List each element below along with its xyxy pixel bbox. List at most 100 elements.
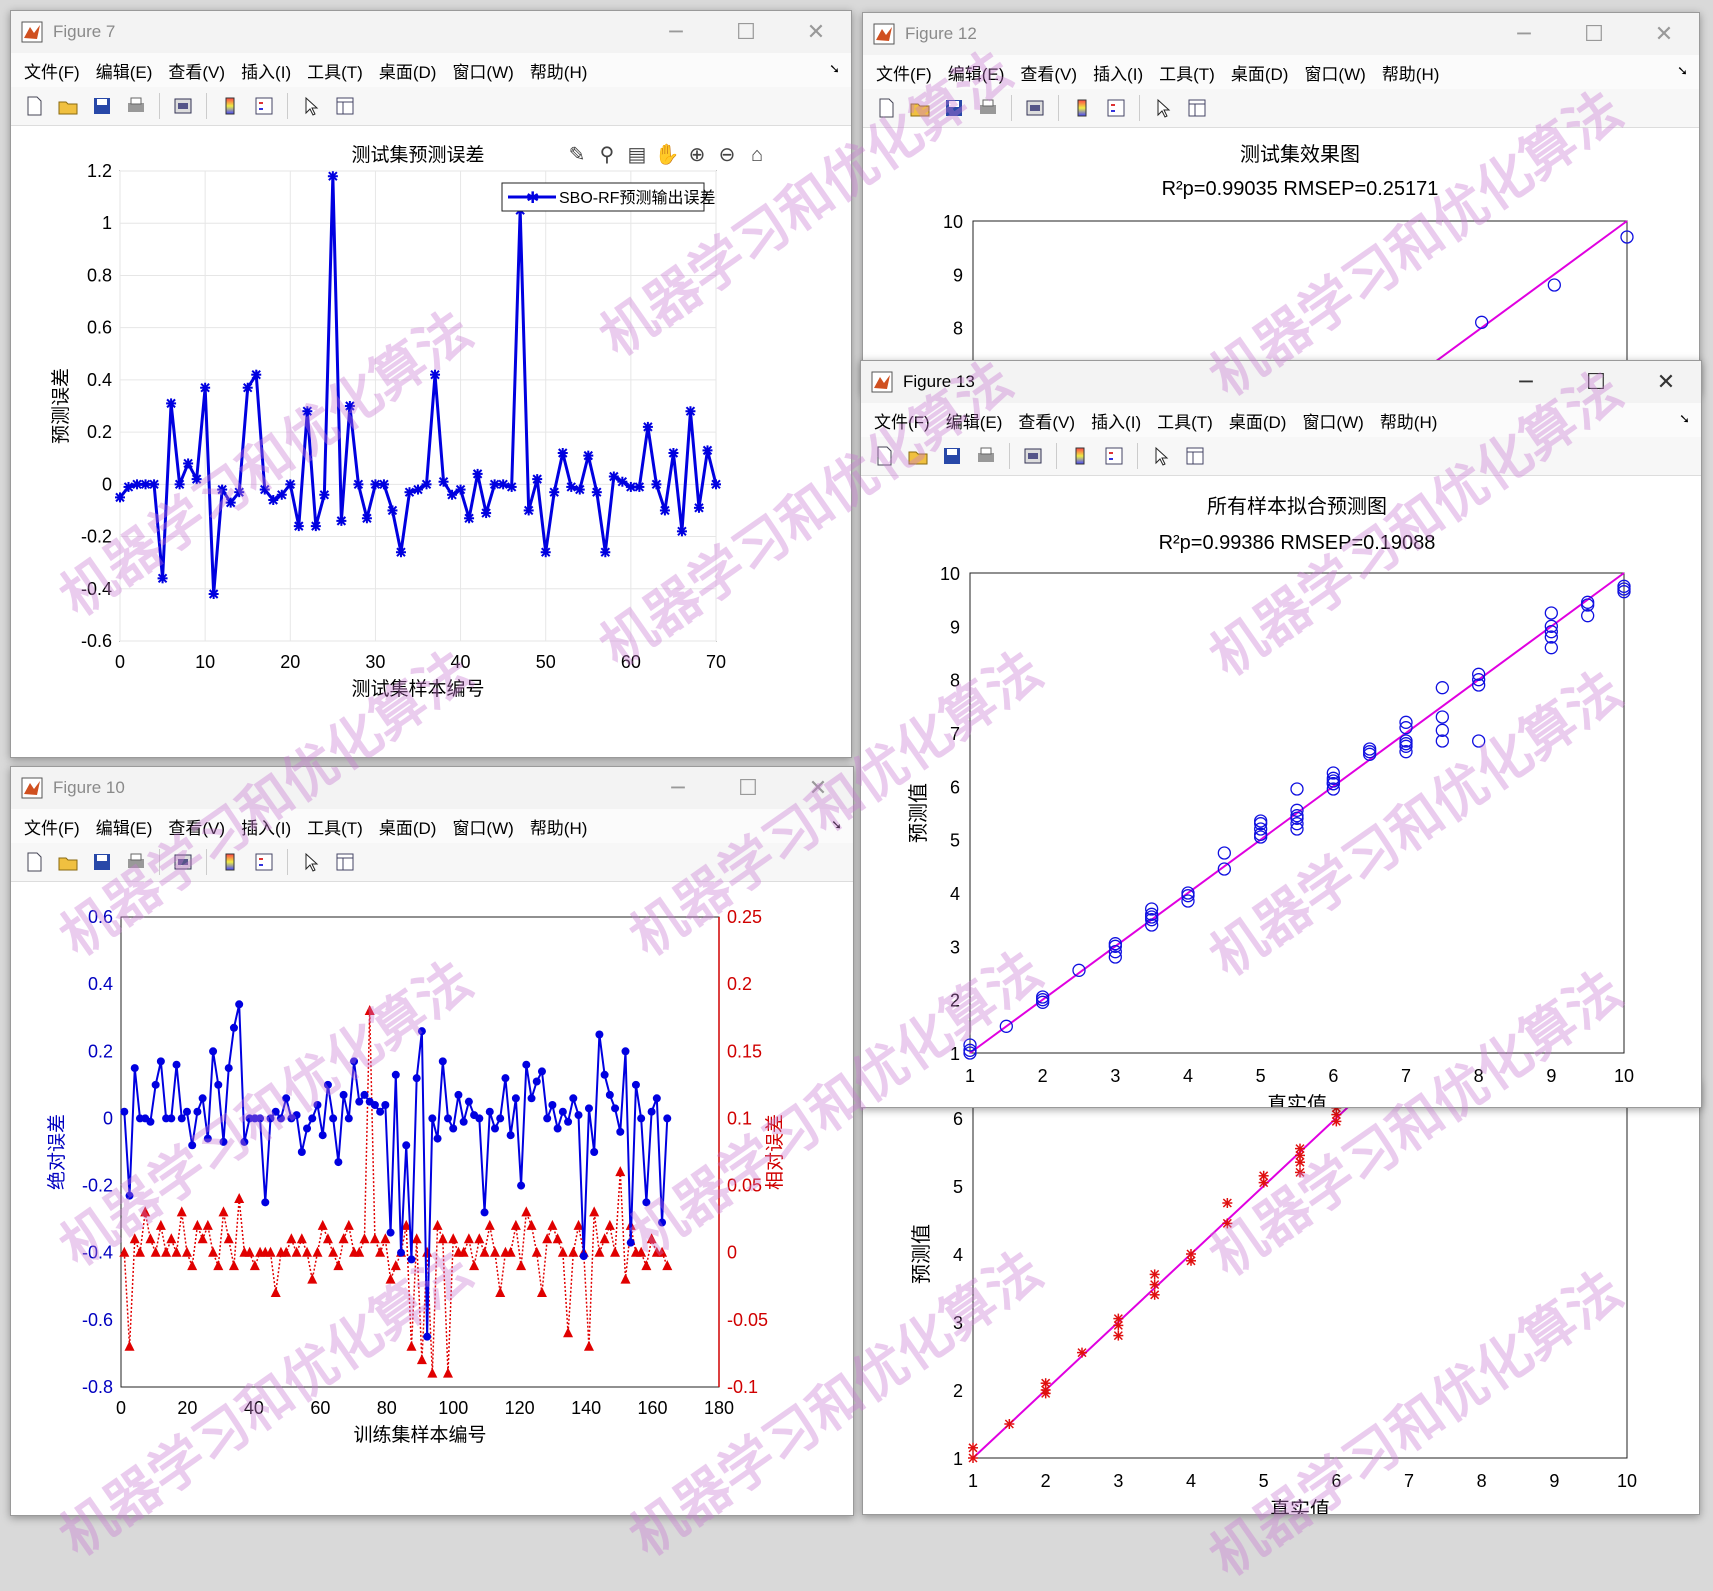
menu-window[interactable]: 窗口(W) (1304, 60, 1365, 85)
open-folder-icon[interactable] (907, 95, 933, 121)
maximize-icon[interactable]: ☐ (713, 767, 783, 809)
menu-tools[interactable]: 工具(T) (1159, 60, 1215, 85)
menu-edit[interactable]: 编辑(E) (948, 60, 1005, 85)
maximize-icon[interactable]: ☐ (711, 11, 781, 53)
menu-desktop[interactable]: 桌面(D) (1231, 60, 1289, 85)
menu-insert[interactable]: 插入(I) (241, 814, 291, 839)
property-inspector-icon[interactable] (1182, 443, 1208, 469)
menu-window[interactable]: 窗口(W) (452, 814, 513, 839)
menu-help[interactable]: 帮助(H) (1382, 60, 1440, 85)
menu-help[interactable]: 帮助(H) (530, 814, 588, 839)
link-icon[interactable] (1020, 443, 1046, 469)
colorbar-icon[interactable] (217, 849, 243, 875)
maximize-icon[interactable]: ☐ (1559, 13, 1629, 55)
menu-tools[interactable]: 工具(T) (307, 58, 363, 83)
pointer-icon[interactable] (298, 93, 324, 119)
save-icon[interactable] (89, 93, 115, 119)
menu-tools[interactable]: 工具(T) (1157, 408, 1213, 433)
dock-arrow-icon[interactable]: ➘ (1677, 63, 1688, 79)
colorbar-icon[interactable] (1067, 443, 1093, 469)
new-file-icon[interactable] (871, 443, 897, 469)
menu-view[interactable]: 查看(V) (168, 58, 225, 83)
figure-10-window[interactable]: Figure 10 ─ ☐ ✕ 文件(F) 编辑(E) 查看(V) 插入(I) 工具(T) 桌… (10, 766, 854, 1516)
menu-edit[interactable]: 编辑(E) (96, 814, 153, 839)
open-folder-icon[interactable] (55, 93, 81, 119)
x-tick-label: 180 (704, 1398, 734, 1418)
property-inspector-icon[interactable] (1184, 95, 1210, 121)
link-icon[interactable] (170, 93, 196, 119)
print-icon[interactable] (123, 849, 149, 875)
colorbar-icon[interactable] (217, 93, 243, 119)
menu-file[interactable]: 文件(F) (876, 60, 932, 85)
figure-12-window[interactable]: Figure 12 ─ ☐ ✕ 文件(F) 编辑(E) 查看(V) 插入(I) 工具(T) 桌… (862, 12, 1700, 394)
menu-insert[interactable]: 插入(I) (241, 58, 291, 83)
menu-insert[interactable]: 插入(I) (1091, 408, 1141, 433)
x-tick-label: 10 (195, 652, 215, 672)
new-file-icon[interactable] (21, 849, 47, 875)
figure-13-window[interactable]: Figure 13 ─ ☐ ✕ 文件(F) 编辑(E) 查看(V) 插入(I) 工具(T) 桌… (860, 360, 1702, 1108)
menu-file[interactable]: 文件(F) (24, 58, 80, 83)
new-file-icon[interactable] (21, 93, 47, 119)
link-icon[interactable] (170, 849, 196, 875)
menu-view[interactable]: 查看(V) (1018, 408, 1075, 433)
menu-window[interactable]: 窗口(W) (1302, 408, 1363, 433)
close-icon[interactable]: ✕ (783, 767, 853, 809)
minimize-icon[interactable]: ─ (1491, 361, 1561, 403)
menu-insert[interactable]: 插入(I) (1093, 60, 1143, 85)
menu-desktop[interactable]: 桌面(D) (1229, 408, 1287, 433)
data-point (481, 508, 492, 519)
open-folder-icon[interactable] (55, 849, 81, 875)
legend-icon[interactable] (251, 849, 277, 875)
figure-7-window[interactable]: Figure 7 ─ ☐ ✕ 文件(F) 编辑(E) 查看(V) 插入(I) 工具(T) 桌面… (10, 10, 852, 758)
print-icon[interactable] (123, 93, 149, 119)
property-inspector-icon[interactable] (332, 93, 358, 119)
pointer-icon[interactable] (1148, 443, 1174, 469)
menu-window[interactable]: 窗口(W) (452, 58, 513, 83)
data-point (1222, 1218, 1233, 1229)
save-icon[interactable] (939, 443, 965, 469)
menu-help[interactable]: 帮助(H) (530, 58, 588, 83)
colorbar-icon[interactable] (1069, 95, 1095, 121)
pointer-icon[interactable] (1150, 95, 1176, 121)
close-icon[interactable]: ✕ (781, 11, 851, 53)
menu-desktop[interactable]: 桌面(D) (379, 814, 437, 839)
figure-13-titlebar[interactable]: Figure 13 ─ ☐ ✕ (861, 361, 1701, 403)
open-folder-icon[interactable] (905, 443, 931, 469)
legend-icon[interactable] (251, 93, 277, 119)
close-icon[interactable]: ✕ (1631, 361, 1701, 403)
save-icon[interactable] (89, 849, 115, 875)
save-icon[interactable] (941, 95, 967, 121)
figure-back-window[interactable]: 123456789101234567真实值预测值 (862, 1080, 1700, 1515)
link-icon[interactable] (1022, 95, 1048, 121)
close-icon[interactable]: ✕ (1629, 13, 1699, 55)
menu-desktop[interactable]: 桌面(D) (379, 58, 437, 83)
dock-arrow-icon[interactable]: ➘ (829, 61, 840, 77)
absolute-error-point (511, 1094, 520, 1103)
menu-view[interactable]: 查看(V) (1020, 60, 1077, 85)
pointer-icon[interactable] (298, 849, 324, 875)
dock-arrow-icon[interactable]: ➘ (1679, 411, 1690, 427)
legend-icon[interactable] (1103, 95, 1129, 121)
minimize-icon[interactable]: ─ (643, 767, 713, 809)
print-icon[interactable] (975, 95, 1001, 121)
legend-icon[interactable] (1101, 443, 1127, 469)
property-inspector-icon[interactable] (332, 849, 358, 875)
dock-arrow-icon[interactable]: ➘ (831, 817, 842, 833)
menu-help[interactable]: 帮助(H) (1380, 408, 1438, 433)
menu-edit[interactable]: 编辑(E) (946, 408, 1003, 433)
menu-file[interactable]: 文件(F) (24, 814, 80, 839)
menu-tools[interactable]: 工具(T) (307, 814, 363, 839)
data-point (583, 450, 594, 461)
minimize-icon[interactable]: ─ (1489, 13, 1559, 55)
menu-view[interactable]: 查看(V) (168, 814, 225, 839)
print-icon[interactable] (973, 443, 999, 469)
new-file-icon[interactable] (873, 95, 899, 121)
figure-10-titlebar[interactable]: Figure 10 ─ ☐ ✕ (11, 767, 853, 809)
figure-12-titlebar[interactable]: Figure 12 ─ ☐ ✕ (863, 13, 1699, 55)
maximize-icon[interactable]: ☐ (1561, 361, 1631, 403)
minimize-icon[interactable]: ─ (641, 11, 711, 53)
absolute-error-point (574, 1111, 583, 1120)
menu-edit[interactable]: 编辑(E) (96, 58, 153, 83)
menu-file[interactable]: 文件(F) (874, 408, 930, 433)
figure-7-titlebar[interactable]: Figure 7 ─ ☐ ✕ (11, 11, 851, 53)
